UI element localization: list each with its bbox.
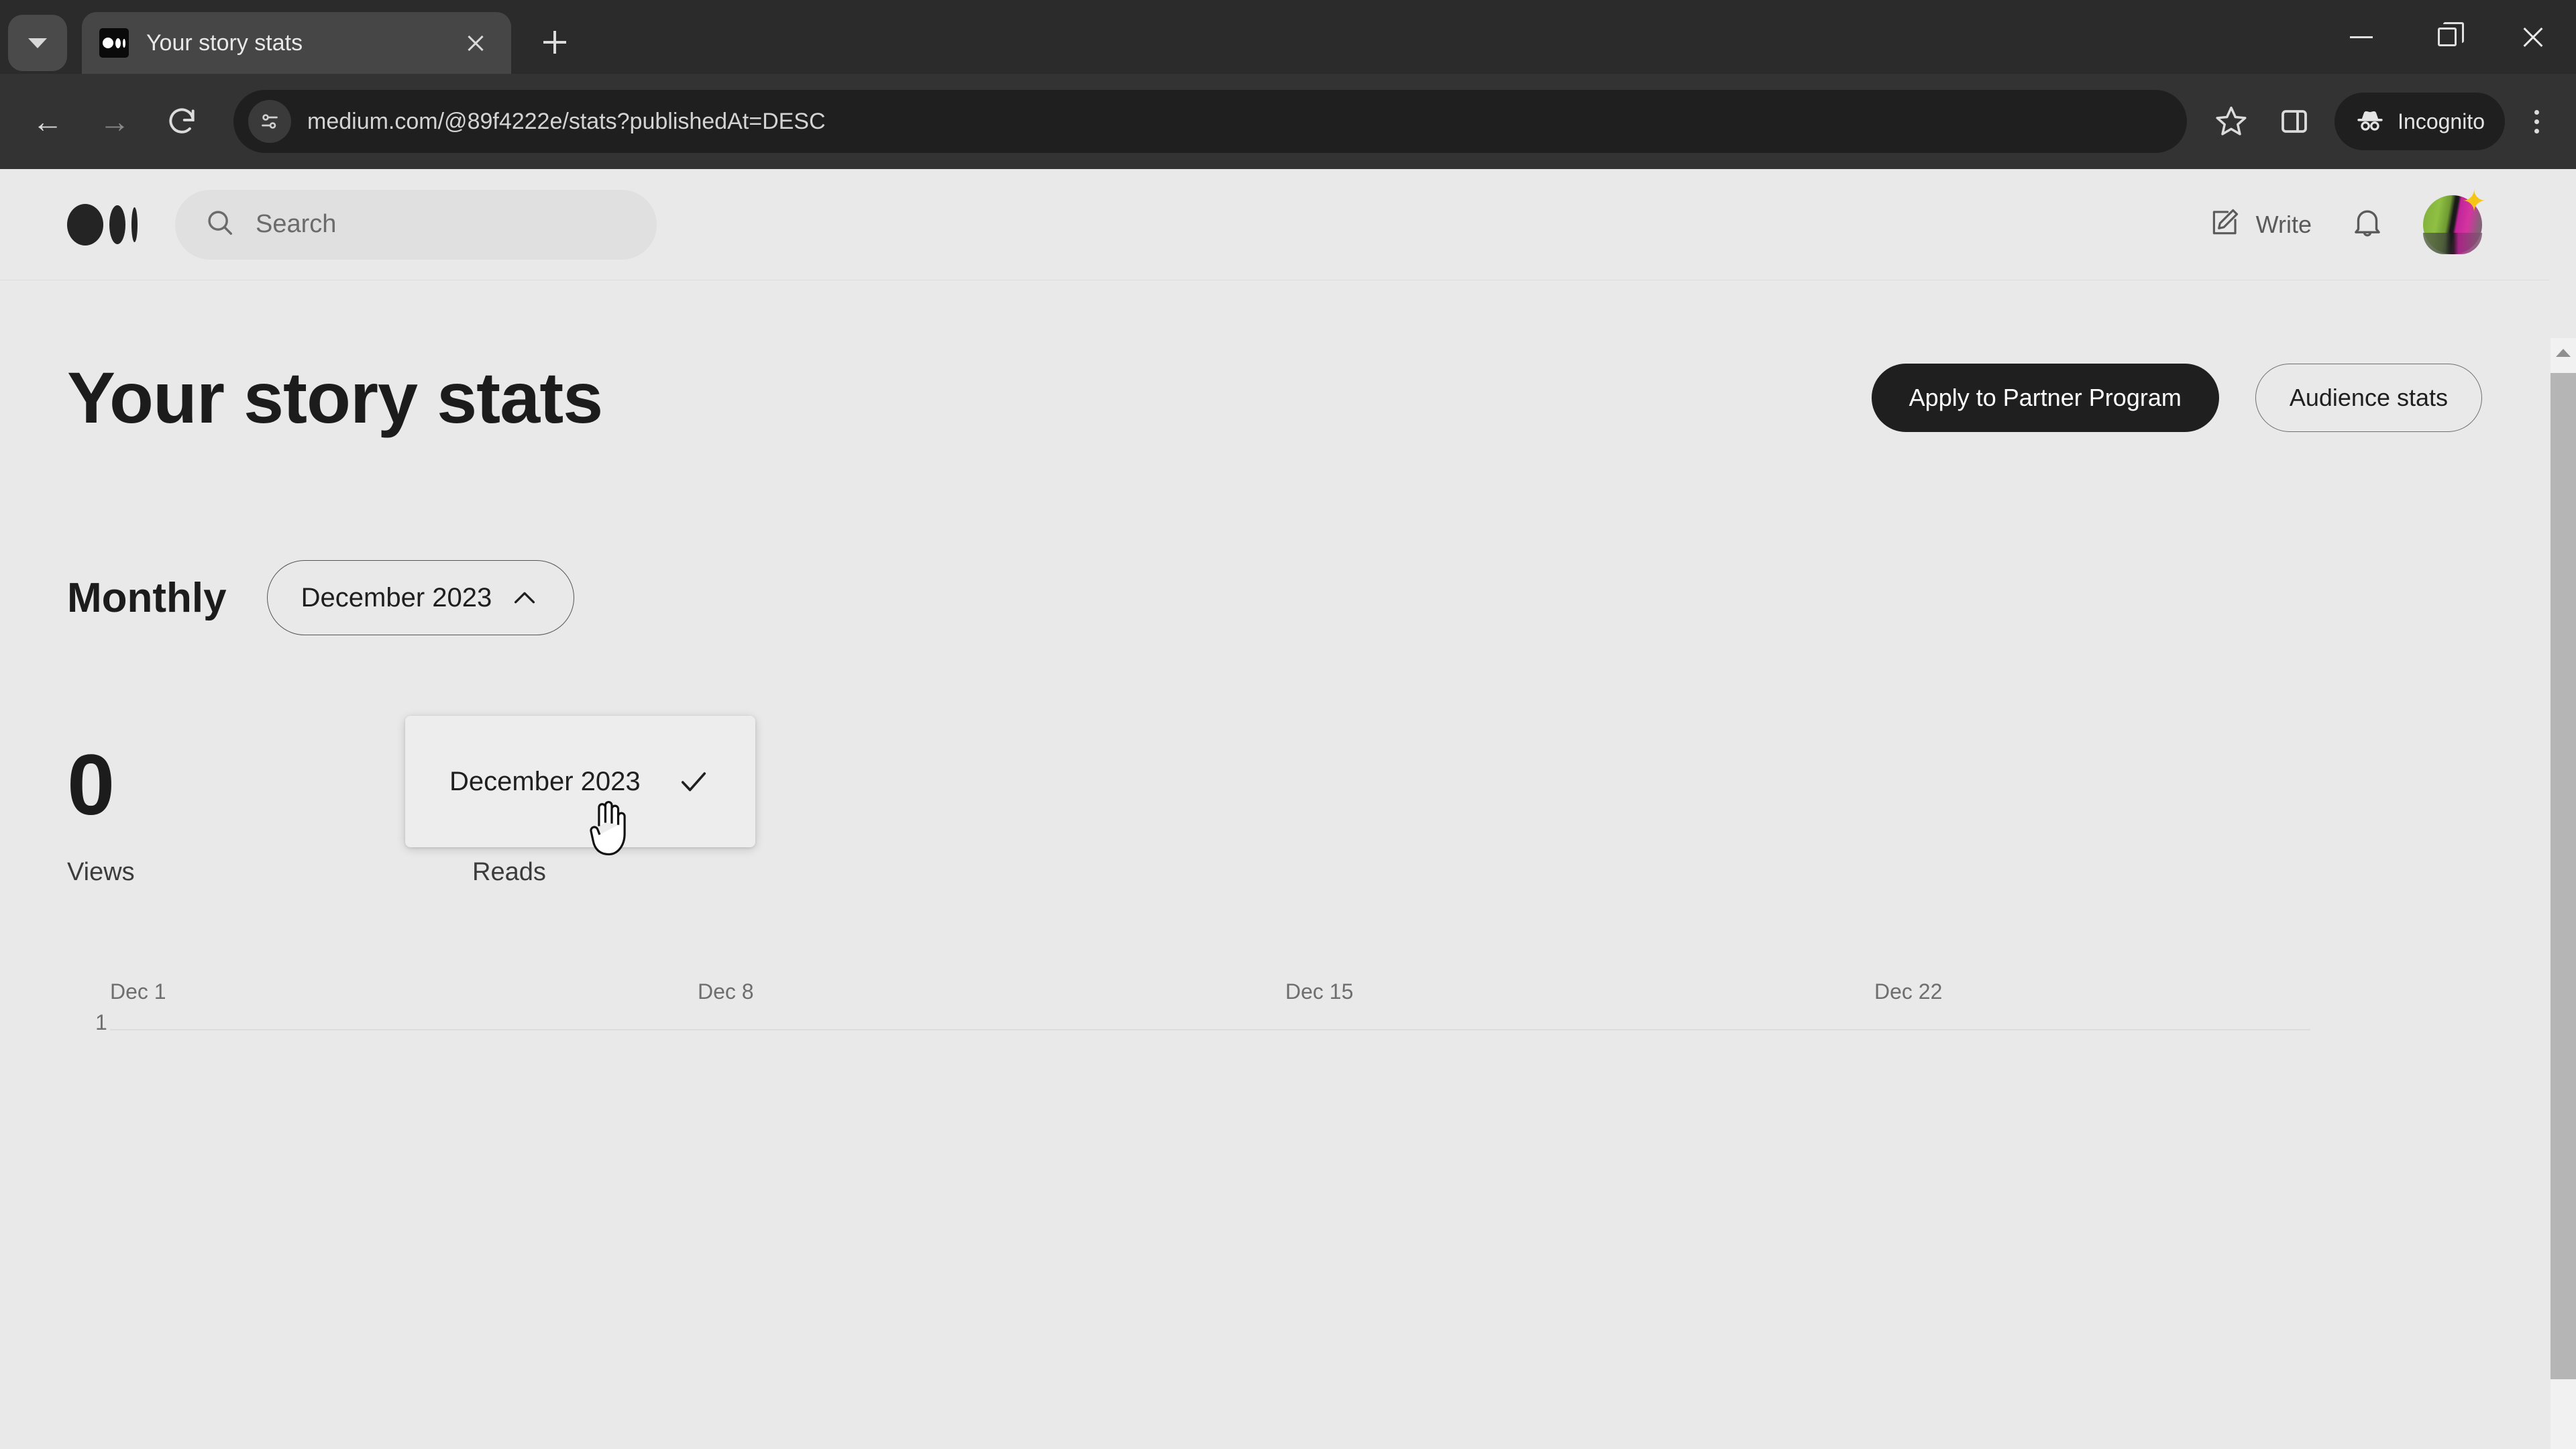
write-button[interactable]: Write [2208,206,2312,243]
period-label: Monthly [67,574,227,621]
month-select-button[interactable]: December 2023 [266,560,575,635]
bell-icon[interactable] [2349,205,2385,244]
month-select-value: December 2023 [301,582,492,612]
side-panel-icon[interactable] [2265,92,2324,151]
audience-stats-button[interactable]: Audience stats [2255,363,2482,432]
write-pencil-icon [2208,206,2241,243]
apply-partner-program-button[interactable]: Apply to Partner Program [1871,363,2219,432]
incognito-indicator[interactable]: Incognito [2334,93,2505,150]
browser-toolbar: ← → medium.com/@89f4222e/stats?published… [0,74,2576,169]
search-icon [205,207,235,241]
plus-icon[interactable] [526,13,582,70]
tab-title: Your story stats [146,30,303,56]
chart-y-tick: 1 [95,1010,107,1034]
header-actions: Write ✦ [2208,186,2486,254]
title-row: Your story stats Apply to Partner Progra… [67,356,2482,439]
chevron-up-icon [509,582,540,613]
page-scrollbar[interactable] [2551,338,2576,1449]
chevron-down-icon [28,38,47,48]
close-icon[interactable] [2490,0,2576,74]
chart-x-tick: Dec 15 [1285,979,1354,1004]
search-input[interactable]: Search [175,189,657,260]
title-actions: Apply to Partner Program Audience stats [1871,363,2482,432]
page-title: Your story stats [67,357,603,438]
chart-baseline [110,1029,2310,1030]
incognito-label: Incognito [2398,109,2485,133]
minimize-icon[interactable] [2318,0,2404,74]
browser-window: Your story stats ← → medium.com/@89f4222… [0,0,2576,1449]
site-settings-icon[interactable] [248,100,291,143]
period-row: Monthly December 2023 December 2023 [67,560,2482,847]
chart-x-tick: Dec 8 [698,979,754,1004]
address-bar[interactable]: medium.com/@89f4222e/stats?publishedAt=D… [233,90,2188,153]
chart-x-tick: Dec 1 [110,979,166,1004]
reload-icon[interactable] [150,90,213,153]
site-header: Search Write ✦ [0,169,2549,280]
month-dropdown-menu[interactable]: December 2023 [405,716,755,847]
window-controls [2318,0,2576,74]
stat-label: Views [67,858,135,886]
browser-tab[interactable]: Your story stats [82,12,511,74]
month-dropdown-option-label: December 2023 [449,766,641,796]
close-icon[interactable] [458,25,494,61]
star-badge-icon: ✦ [2461,184,2487,218]
search-placeholder: Search [256,210,337,238]
user-avatar[interactable]: ✦ [2423,186,2486,254]
medium-page: Search Write ✦ Your story stats Apply to… [0,169,2549,1449]
scroll-up-arrow-icon[interactable] [2551,338,2576,368]
incognito-hat-icon [2355,105,2385,139]
kebab-menu-icon[interactable] [2513,92,2560,151]
forward-arrow-icon[interactable]: → [83,90,146,153]
scrollbar-thumb[interactable] [2551,373,2576,1379]
tab-search-button[interactable] [8,15,67,71]
chart-x-tick: Dec 22 [1874,979,1943,1004]
checkmark-icon [676,764,711,799]
write-label: Write [2255,210,2312,238]
main-content: Your story stats Apply to Partner Progra… [0,280,2549,1060]
url-text: medium.com/@89f4222e/stats?publishedAt=D… [307,108,826,134]
page-viewport: Search Write ✦ Your story stats Apply to… [0,169,2576,1449]
stat-label: Reads [472,858,546,886]
chart-x-axis-labels: Dec 1 Dec 8 Dec 15 Dec 22 [67,979,2482,1016]
stats-chart: Dec 1 Dec 8 Dec 15 Dec 22 1 [67,979,2482,1060]
restore-icon[interactable] [2404,0,2490,74]
star-outline-icon[interactable] [2202,92,2261,151]
medium-logo-favicon [99,28,129,58]
tab-strip: Your story stats [0,0,2576,74]
medium-logo[interactable] [67,203,138,246]
back-arrow-icon[interactable]: ← [16,90,79,153]
